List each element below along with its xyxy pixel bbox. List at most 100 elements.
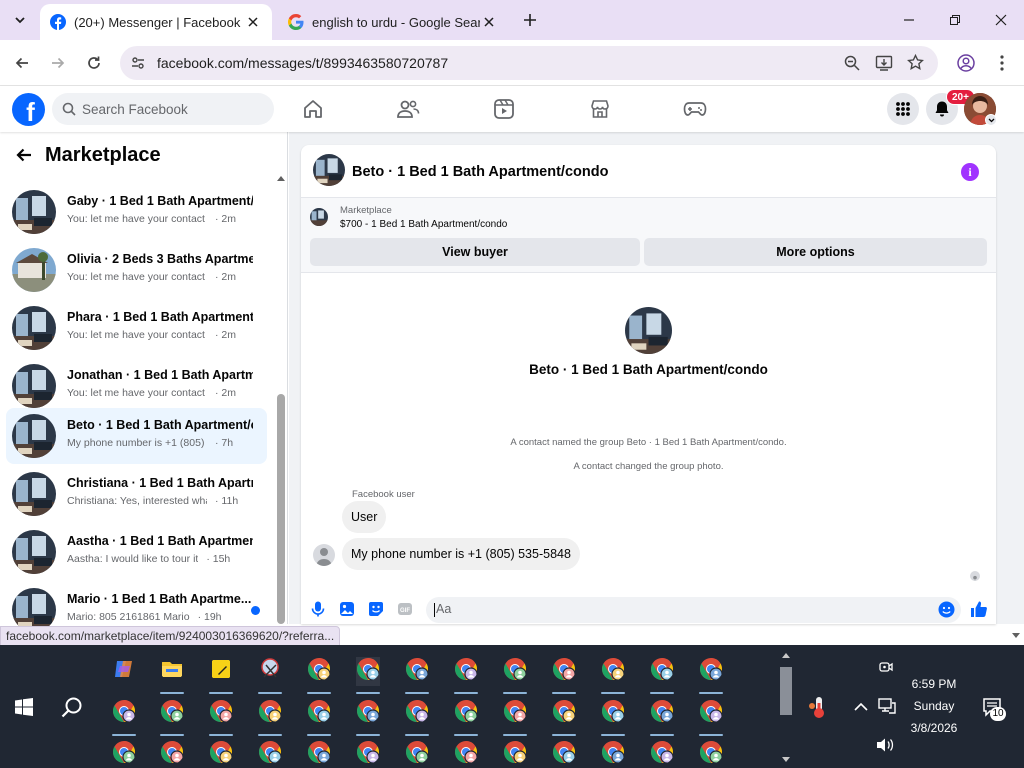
account-chevron-icon[interactable] bbox=[985, 114, 997, 126]
taskbar-app-button[interactable] bbox=[699, 699, 723, 736]
tab-search-button[interactable] bbox=[8, 9, 32, 31]
back-button[interactable] bbox=[7, 48, 37, 78]
message-input[interactable]: Aa bbox=[426, 597, 961, 623]
taskbar-app-button[interactable] bbox=[209, 699, 233, 736]
browser-tab-messenger[interactable]: (20+) Messenger | Facebook bbox=[40, 4, 272, 40]
taskbar-app-button[interactable] bbox=[454, 740, 478, 768]
taskbar-scrollbar[interactable] bbox=[778, 647, 794, 768]
windows-start-icon[interactable] bbox=[15, 698, 33, 716]
conversation-item[interactable]: Aastha · 1 Bed 1 Bath Apartmen... Aastha:… bbox=[6, 524, 267, 580]
conversation-item[interactable]: Gaby · 1 Bed 1 Bath Apartment/... You: le… bbox=[6, 184, 267, 240]
site-settings-icon[interactable] bbox=[130, 55, 146, 71]
taskbar-app-button[interactable] bbox=[454, 657, 478, 694]
message-bubble[interactable]: My phone number is +1 (805) 535-5848 bbox=[342, 538, 580, 570]
conversation-item[interactable]: Phara · 1 Bed 1 Bath Apartment/... You: l… bbox=[6, 300, 267, 356]
taskbar-app-button[interactable] bbox=[356, 699, 380, 736]
taskbar-app-button[interactable] bbox=[160, 740, 184, 768]
info-icon[interactable]: i bbox=[961, 163, 979, 181]
show-hidden-icons-chevron-icon[interactable] bbox=[854, 702, 868, 712]
taskbar-app-button[interactable] bbox=[258, 657, 282, 694]
meet-now-icon[interactable] bbox=[878, 659, 894, 675]
nav-video[interactable] bbox=[489, 94, 519, 124]
taskbar-app-button[interactable] bbox=[307, 657, 331, 694]
install-app-icon[interactable] bbox=[875, 54, 893, 72]
gif-icon[interactable]: GIF bbox=[397, 601, 413, 617]
close-window-button[interactable] bbox=[978, 4, 1024, 36]
profile-button[interactable] bbox=[951, 48, 981, 78]
nav-friends[interactable] bbox=[393, 94, 423, 124]
taskbar-app-button[interactable] bbox=[356, 657, 380, 694]
taskbar-app-button[interactable] bbox=[209, 657, 233, 694]
sender-avatar[interactable] bbox=[313, 544, 335, 566]
taskbar-app-button[interactable] bbox=[258, 699, 282, 736]
taskbar-app-button[interactable] bbox=[601, 740, 625, 768]
conversation-item[interactable]: Jonathan · 1 Bed 1 Bath Apartm... You: le… bbox=[6, 358, 267, 414]
facebook-logo-icon[interactable]: f bbox=[12, 93, 45, 126]
taskbar-app-button[interactable] bbox=[405, 699, 429, 736]
taskbar-app-button[interactable] bbox=[209, 740, 233, 768]
taskbar-app-button[interactable] bbox=[601, 699, 625, 736]
new-tab-button[interactable] bbox=[516, 9, 544, 31]
nav-home[interactable] bbox=[298, 94, 328, 124]
clock-day[interactable]: Sunday bbox=[888, 699, 980, 713]
taskbar-app-button[interactable] bbox=[160, 699, 184, 736]
image-icon[interactable] bbox=[339, 601, 355, 617]
taskbar-app-button[interactable] bbox=[258, 740, 282, 768]
more-options-button[interactable]: More options bbox=[644, 238, 987, 266]
taskbar-app-button[interactable] bbox=[503, 699, 527, 736]
reload-button[interactable] bbox=[79, 48, 109, 78]
scroll-up-icon[interactable] bbox=[781, 651, 791, 659]
address-bar[interactable]: facebook.com/messages/t/8993463580720787 bbox=[120, 46, 938, 80]
taskbar-app-button[interactable] bbox=[503, 740, 527, 768]
search-icon[interactable] bbox=[61, 696, 83, 718]
view-buyer-button[interactable]: View buyer bbox=[310, 238, 640, 266]
taskbar-app-button[interactable] bbox=[650, 740, 674, 768]
nav-marketplace[interactable] bbox=[585, 94, 615, 124]
chat-avatar[interactable] bbox=[313, 154, 345, 186]
taskbar-app-button[interactable] bbox=[699, 657, 723, 694]
conversation-item[interactable]: Olivia · 2 Beds 3 Baths Apartme... You: l… bbox=[6, 242, 267, 298]
browser-menu-button[interactable] bbox=[987, 48, 1017, 78]
close-tab-icon[interactable] bbox=[244, 13, 262, 31]
taskbar-app-button[interactable] bbox=[454, 699, 478, 736]
taskbar-app-button[interactable] bbox=[552, 657, 576, 694]
taskbar-app-button[interactable] bbox=[405, 740, 429, 768]
taskbar-app-button[interactable] bbox=[552, 740, 576, 768]
close-tab-icon[interactable] bbox=[480, 13, 498, 31]
minimize-button[interactable] bbox=[886, 4, 932, 36]
browser-tab-google[interactable]: english to urdu - Google Search bbox=[278, 4, 508, 40]
taskbar-app-button[interactable] bbox=[160, 657, 184, 694]
taskbar-app-button[interactable] bbox=[356, 740, 380, 768]
nav-gaming[interactable] bbox=[680, 94, 710, 124]
taskbar-app-button[interactable] bbox=[552, 699, 576, 736]
page-scroll-down-icon[interactable] bbox=[1011, 632, 1021, 640]
menu-button[interactable] bbox=[887, 93, 919, 125]
conversation-item[interactable]: Christiana · 1 Bed 1 Bath Apartm... Chris… bbox=[6, 466, 267, 522]
clock-date[interactable]: 3/8/2026 bbox=[888, 721, 980, 735]
taskbar-app-button[interactable] bbox=[307, 699, 331, 736]
taskbar-app-button[interactable] bbox=[699, 740, 723, 768]
scroll-down-icon[interactable] bbox=[781, 756, 791, 764]
taskbar-app-button[interactable] bbox=[650, 699, 674, 736]
scrollbar-thumb[interactable] bbox=[277, 394, 285, 624]
emoji-icon[interactable] bbox=[938, 601, 955, 618]
taskbar-app-button[interactable] bbox=[112, 740, 136, 768]
message-bubble[interactable]: User bbox=[342, 501, 387, 533]
sidebar-scrollbar[interactable] bbox=[276, 172, 286, 624]
bookmark-star-icon[interactable] bbox=[907, 54, 924, 71]
back-arrow-icon[interactable] bbox=[15, 146, 33, 164]
taskbar-app-button[interactable] bbox=[112, 657, 136, 691]
taskbar-app-button[interactable] bbox=[601, 657, 625, 694]
taskbar-app-button[interactable] bbox=[503, 657, 527, 694]
temperature-icon[interactable] bbox=[808, 695, 828, 719]
restore-button[interactable] bbox=[932, 4, 978, 36]
sticker-icon[interactable] bbox=[368, 601, 384, 617]
microphone-icon[interactable] bbox=[311, 601, 325, 617]
scroll-up-icon[interactable] bbox=[276, 174, 286, 182]
chat-title[interactable]: Beto · 1 Bed 1 Bath Apartment/condo bbox=[352, 164, 608, 180]
conversation-item[interactable]: Beto · 1 Bed 1 Bath Apartment/c... My pho… bbox=[6, 408, 267, 464]
scrollbar-thumb[interactable] bbox=[780, 667, 792, 715]
zoom-icon[interactable] bbox=[844, 55, 860, 71]
listing-title[interactable]: $700 - 1 Bed 1 Bath Apartment/condo bbox=[340, 219, 507, 230]
taskbar-app-button[interactable] bbox=[405, 657, 429, 694]
